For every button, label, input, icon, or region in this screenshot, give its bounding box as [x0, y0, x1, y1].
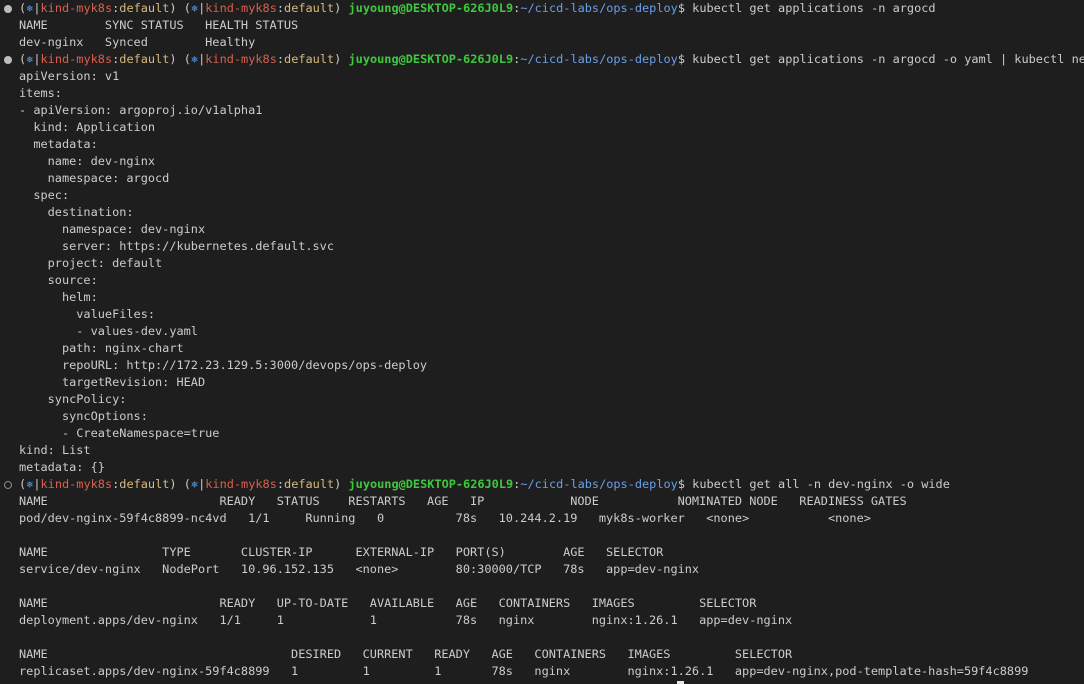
kube-namespace: default: [119, 1, 170, 15]
terminal-window[interactable]: (⎈|kind-myk8s:default) (⎈|kind-myk8s:def…: [0, 0, 1084, 684]
working-directory: ~/cicd-labs/ops-deploy: [520, 1, 678, 15]
prompt-paren: (: [183, 1, 191, 15]
prompt-dollar: $: [677, 1, 693, 15]
kube-namespace: default: [284, 1, 335, 15]
command-text[interactable]: kubectl get applications -n argocd -o ya…: [692, 52, 1084, 66]
prompt-colon: :: [276, 1, 285, 15]
command-text[interactable]: kubectl get all -n dev-nginx -o wide: [692, 477, 950, 491]
prompt-line-2: (⎈|kind-myk8s:default) (⎈|kind-myk8s:def…: [0, 51, 1084, 68]
prompt-separator: |: [33, 1, 41, 15]
prompt-line-3: (⎈|kind-myk8s:default) (⎈|kind-myk8s:def…: [19, 477, 950, 491]
command-text[interactable]: kubectl get applications -n argocd: [692, 1, 935, 15]
prompt-line-1: (⎈|kind-myk8s:default) (⎈|kind-myk8s:def…: [0, 0, 936, 17]
prompt-paren: ): [169, 1, 177, 15]
kube-context: kind-myk8s: [40, 1, 113, 15]
kube-context: kind-myk8s: [205, 1, 277, 15]
user-host: juyoung@DESKTOP-626J0L9: [348, 1, 514, 15]
